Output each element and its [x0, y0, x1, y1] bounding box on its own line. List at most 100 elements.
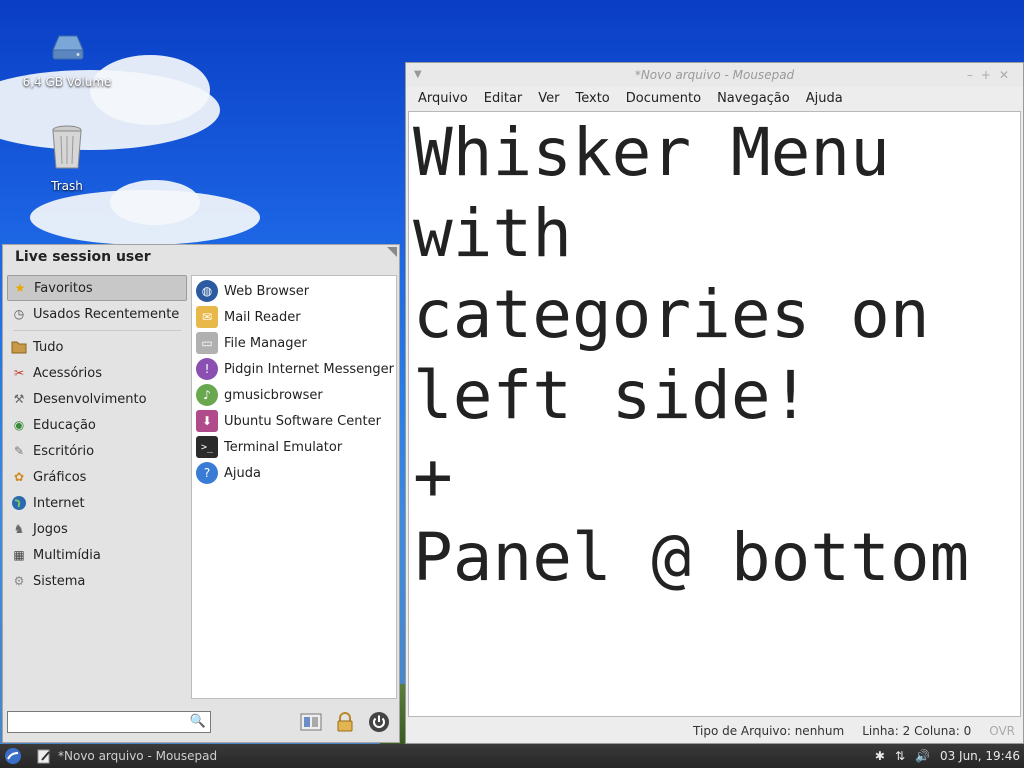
- lock-icon: [337, 712, 353, 732]
- category-label: Acessórios: [33, 365, 102, 381]
- system-icon: ⚙: [13, 574, 25, 588]
- logout-button[interactable]: [367, 711, 391, 733]
- menu-arquivo[interactable]: Arquivo: [410, 91, 476, 106]
- text-editor[interactable]: Whisker Menu with categories on left sid…: [408, 111, 1021, 717]
- resize-corner-icon[interactable]: [387, 247, 397, 257]
- cloud: [110, 180, 200, 225]
- category-internet[interactable]: Internet: [7, 490, 187, 516]
- category-multimidia[interactable]: ▦ Multimídia: [7, 542, 187, 568]
- whisker-menu-icon[interactable]: [4, 747, 22, 765]
- category-label: Desenvolvimento: [33, 391, 147, 407]
- lock-screen-button[interactable]: [333, 711, 357, 733]
- app-list: ◍ Web Browser ✉ Mail Reader ▭ File Manag…: [191, 275, 397, 699]
- app-mail-reader[interactable]: ✉ Mail Reader: [192, 304, 396, 330]
- menubar: Arquivo Editar Ver Texto Documento Naveg…: [406, 87, 1023, 109]
- app-software-center[interactable]: ⬇ Ubuntu Software Center: [192, 408, 396, 434]
- software-center-icon: ⬇: [196, 410, 218, 432]
- network-icon[interactable]: ⇅: [895, 749, 905, 763]
- games-icon: ♞: [13, 522, 25, 536]
- clock[interactable]: 03 Jun, 19:46: [940, 749, 1020, 763]
- taskbar-label: *Novo arquivo - Mousepad: [58, 749, 218, 763]
- statusbar: Tipo de Arquivo: nenhum Linha: 2 Coluna:…: [406, 719, 1023, 743]
- music-icon: ♪: [196, 384, 218, 406]
- multimedia-icon: ▦: [13, 548, 25, 562]
- category-graficos[interactable]: ✿ Gráficos: [7, 464, 187, 490]
- category-label: Favoritos: [34, 280, 93, 296]
- close-icon[interactable]: ✕: [999, 68, 1017, 82]
- menu-texto[interactable]: Texto: [568, 91, 618, 106]
- mail-icon: ✉: [196, 306, 218, 328]
- category-label: Jogos: [33, 521, 68, 537]
- category-jogos[interactable]: ♞ Jogos: [7, 516, 187, 542]
- category-tudo[interactable]: Tudo: [7, 334, 187, 360]
- app-pidgin[interactable]: ! Pidgin Internet Messenger: [192, 356, 396, 382]
- taskbar-item-mousepad[interactable]: *Novo arquivo - Mousepad: [36, 744, 217, 768]
- search-box[interactable]: 🔍: [7, 711, 211, 733]
- category-recentes[interactable]: ◷ Usados Recentemente: [7, 301, 187, 327]
- desktop-icon-volume[interactable]: 6,4 GB Volume: [22, 28, 112, 89]
- globe-icon: [11, 495, 27, 511]
- status-filetype[interactable]: Tipo de Arquivo: nenhum: [693, 719, 844, 743]
- folder-icon: [11, 339, 27, 355]
- mousepad-icon: [37, 749, 50, 764]
- category-label: Internet: [33, 495, 85, 511]
- app-gmusicbrowser[interactable]: ♪ gmusicbrowser: [192, 382, 396, 408]
- category-sistema[interactable]: ⚙ Sistema: [7, 568, 187, 594]
- window-title: *Novo arquivo - Mousepad: [634, 68, 795, 82]
- menu-editar[interactable]: Editar: [476, 91, 531, 106]
- maximize-icon[interactable]: +: [981, 68, 999, 82]
- menu-ver[interactable]: Ver: [530, 91, 567, 106]
- web-browser-icon: ◍: [196, 280, 218, 302]
- category-desenvolvimento[interactable]: ⚒ Desenvolvimento: [7, 386, 187, 412]
- category-label: Escritório: [33, 443, 95, 459]
- window-menu-icon[interactable]: ▼: [414, 63, 422, 87]
- app-label: Ajuda: [224, 465, 261, 481]
- editor-content[interactable]: Whisker Menu with categories on left sid…: [409, 112, 1020, 598]
- app-label: Terminal Emulator: [224, 439, 343, 455]
- category-label: Gráficos: [33, 469, 87, 485]
- category-favoritos[interactable]: ★ Favoritos: [7, 275, 187, 301]
- app-label: Mail Reader: [224, 309, 301, 325]
- app-web-browser[interactable]: ◍ Web Browser: [192, 278, 396, 304]
- power-icon: [369, 712, 389, 732]
- category-label: Usados Recentemente: [33, 306, 180, 322]
- menu-documento[interactable]: Documento: [618, 91, 709, 106]
- category-educacao[interactable]: ◉ Educação: [7, 412, 187, 438]
- volume-icon[interactable]: 🔊: [915, 749, 930, 763]
- app-terminal[interactable]: >_ Terminal Emulator: [192, 434, 396, 460]
- search-input[interactable]: [8, 712, 192, 732]
- username: Live session user: [15, 249, 151, 265]
- settings-button[interactable]: [299, 711, 323, 733]
- settings-icon: [300, 713, 322, 731]
- window-controls[interactable]: –+✕: [967, 63, 1017, 87]
- app-file-manager[interactable]: ▭ File Manager: [192, 330, 396, 356]
- category-acessorios[interactable]: ✂ Acessórios: [7, 360, 187, 386]
- window-titlebar[interactable]: ▼ *Novo arquivo - Mousepad –+✕: [406, 63, 1023, 87]
- trash-icon: [52, 125, 82, 169]
- app-label: Ubuntu Software Center: [224, 413, 381, 429]
- mousepad-window: ▼ *Novo arquivo - Mousepad –+✕ Arquivo E…: [405, 62, 1024, 744]
- clock-icon: ◷: [13, 307, 25, 321]
- pidgin-icon: !: [196, 358, 218, 380]
- menu-navegacao[interactable]: Navegação: [709, 91, 798, 106]
- category-label: Multimídia: [33, 547, 101, 563]
- app-label: File Manager: [224, 335, 307, 351]
- drive-icon: [52, 35, 84, 60]
- development-icon: ⚒: [13, 392, 25, 406]
- desktop-icon-trash[interactable]: Trash: [22, 124, 112, 193]
- app-label: Pidgin Internet Messenger: [224, 361, 394, 377]
- file-manager-icon: ▭: [196, 332, 218, 354]
- desktop-icon-label: Trash: [51, 179, 83, 193]
- graphics-icon: ✿: [13, 470, 25, 484]
- accessories-icon: ✂: [13, 366, 25, 380]
- category-escritorio[interactable]: ✎ Escritório: [7, 438, 187, 464]
- category-list: ★ Favoritos ◷ Usados Recentemente Tudo ✂…: [7, 275, 187, 594]
- search-icon: 🔍: [189, 714, 206, 729]
- menu-ajuda[interactable]: Ajuda: [798, 91, 851, 106]
- office-icon: ✎: [13, 444, 25, 458]
- minimize-icon[interactable]: –: [967, 68, 981, 82]
- app-ajuda[interactable]: ? Ajuda: [192, 460, 396, 486]
- education-icon: ◉: [13, 418, 25, 432]
- desktop-icon-label: 6,4 GB Volume: [22, 75, 112, 89]
- bluetooth-icon[interactable]: ✱: [875, 749, 885, 763]
